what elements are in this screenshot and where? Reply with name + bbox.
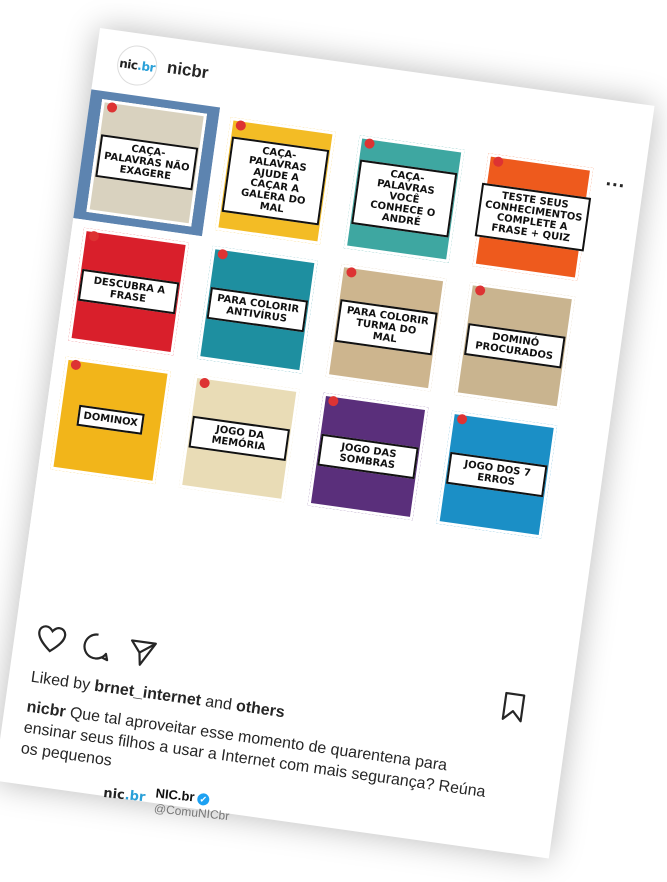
grid-tile[interactable]: DOMINÓ PROCURADOS: [441, 272, 589, 420]
grid-tile[interactable]: PARA COLORIR TURMA DO MAL: [312, 254, 460, 402]
poster-label: DESCUBRA A FRASE: [77, 268, 180, 315]
grid-tile[interactable]: JOGO DAS SOMBRAS: [294, 383, 442, 530]
game-poster: [160, 503, 282, 632]
poster-label: JOGO DA MEMÓRIA: [188, 415, 291, 462]
poster-label: JOGO DAS SOMBRAS: [316, 433, 420, 480]
grid-tile[interactable]: TESTE SEUS CONHECIMENTOS COMPLETE A FRAS…: [459, 143, 607, 291]
game-poster: [289, 521, 411, 650]
avatar-logo-accent: .br: [136, 58, 156, 75]
avatar-logo-main: nic: [118, 56, 139, 73]
game-poster: [31, 484, 154, 614]
poster-label: DOMINOX: [76, 405, 145, 436]
game-poster: JOGO DA MEMÓRIA: [178, 374, 300, 503]
game-poster: CAÇA-PALAVRAS NÃO EXAGERE: [85, 98, 208, 227]
likes-others[interactable]: others: [235, 698, 286, 722]
poster-label: DOMINÓ PROCURADOS: [463, 323, 566, 369]
grid-tile[interactable]: CAÇA-PALAVRAS NÃO EXAGERE: [73, 89, 221, 237]
likes-user[interactable]: brnet_internet: [93, 678, 202, 710]
more-options-icon[interactable]: ...: [605, 168, 628, 194]
game-poster: PARA COLORIR ANTIVÍRUS: [196, 245, 319, 374]
game-poster: TESTE SEUS CONHECIMENTOS COMPLETE A FRAS…: [472, 153, 594, 282]
poster-label: JOGO DOS 7 ERROS: [445, 451, 548, 498]
caption-text: Que tal aproveitar esse momento de quare…: [19, 703, 487, 801]
game-poster: [417, 539, 540, 668]
grid-tile[interactable]: CAÇA-PALAVRAS AJUDE A CAÇAR A GALERA DO …: [202, 107, 349, 255]
tweet-handle[interactable]: @ComuNICbr: [153, 801, 230, 823]
share-icon[interactable]: [125, 636, 159, 670]
game-poster: DESCUBRA A FRASE: [67, 227, 190, 356]
grid-tile[interactable]: [276, 511, 424, 659]
heart-icon[interactable]: [35, 623, 69, 655]
grid-tile[interactable]: CAÇA-PALAVRAS VOCÊ CONHECE O ANDRÉ: [330, 125, 478, 273]
poster-label: TESTE SEUS CONHECIMENTOS COMPLETE A FRAS…: [474, 182, 592, 252]
caption-username[interactable]: nicbr: [26, 699, 67, 721]
poster-label: PARA COLORIR ANTIVÍRUS: [206, 286, 309, 333]
game-poster: JOGO DAS SOMBRAS: [307, 392, 429, 521]
avatar[interactable]: nic .br: [114, 42, 160, 89]
grid-tile[interactable]: [147, 493, 295, 641]
poster-label: CAÇA-PALAVRAS AJUDE A CAÇAR A GALERA DO …: [221, 136, 330, 226]
grid-tile[interactable]: JOGO DA MEMÓRIA: [165, 364, 313, 512]
grid-tile[interactable]: PARA COLORIR ANTIVÍRUS: [183, 236, 331, 384]
bookmark-icon[interactable]: [500, 691, 528, 724]
tweet-logo-accent: .br: [123, 788, 147, 806]
grid-tile[interactable]: JOGO DOS 7 ERROS: [423, 401, 571, 548]
tweet-avatar[interactable]: nic.br: [103, 786, 146, 805]
poster-label: PARA COLORIR TURMA DO MAL: [334, 299, 438, 356]
grid-tile[interactable]: DESCUBRA A FRASE: [55, 218, 203, 365]
instagram-post-card: nic .br nicbr ... CAÇA-PALAVRAS NÃO EXAGE…: [0, 28, 655, 859]
game-poster: PARA COLORIR TURMA DO MAL: [325, 263, 447, 392]
game-poster: DOMINOX: [49, 356, 172, 485]
verified-badge-icon: ✓: [196, 792, 210, 806]
tweet-logo-main: nic: [102, 785, 126, 804]
likes-and: and: [199, 692, 238, 715]
game-poster: JOGO DOS 7 ERROS: [435, 410, 558, 539]
grid-tile[interactable]: DOMINOX: [37, 346, 184, 494]
poster-label: CAÇA-PALAVRAS VOCÊ CONHECE O ANDRÉ: [350, 159, 458, 239]
likes-prefix: Liked by: [29, 668, 96, 695]
poster-label: CAÇA-PALAVRAS NÃO EXAGERE: [94, 134, 199, 191]
grid-tile[interactable]: [19, 475, 166, 623]
game-poster: CAÇA-PALAVRAS AJUDE A CAÇAR A GALERA DO …: [214, 116, 337, 245]
game-poster: DOMINÓ PROCURADOS: [454, 281, 576, 410]
post-image-grid[interactable]: CAÇA-PALAVRAS NÃO EXAGERE CAÇA-PALAVRAS A…: [19, 89, 607, 677]
grid-tile[interactable]: [405, 529, 553, 677]
game-poster: CAÇA-PALAVRAS VOCÊ CONHECE O ANDRÉ: [343, 134, 465, 264]
comment-icon[interactable]: [80, 630, 114, 664]
post-username[interactable]: nicbr: [166, 58, 210, 84]
